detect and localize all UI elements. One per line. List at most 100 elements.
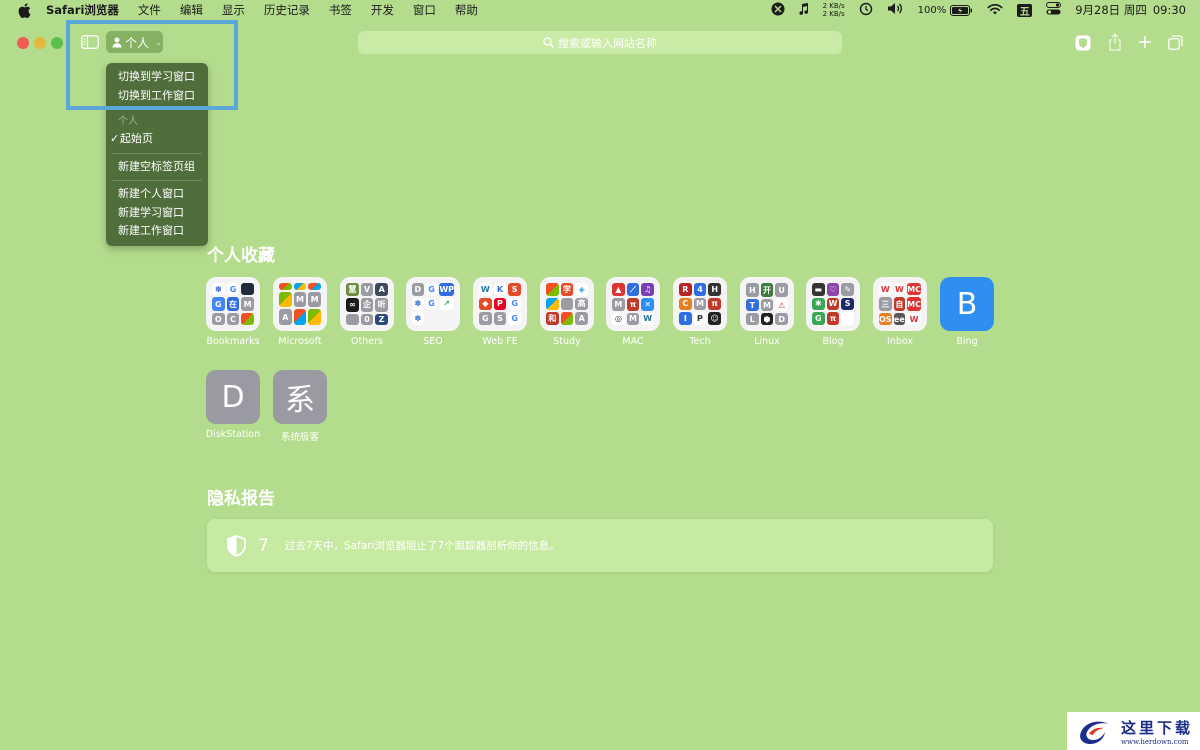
favorite-name: Tech [689, 336, 711, 347]
new-empty-tab-group[interactable]: 新建空标签页组 [106, 158, 208, 177]
favorite-blog[interactable]: ▬ ♡ ✎ ✱ W S Gπ Blog [803, 277, 863, 347]
new-tab-icon[interactable] [1138, 35, 1152, 49]
favorite-name: Web FE [482, 336, 518, 347]
net-down-value: 2 KB/s [822, 10, 845, 18]
address-bar[interactable]: 搜索或输入网站名称 [358, 31, 842, 54]
watermark: 这里下载 www.herdown.com [1067, 712, 1200, 750]
battery-status[interactable]: 100% [917, 4, 974, 16]
highlight-annotation [66, 20, 238, 110]
favorite-name: DiskStation [205, 429, 261, 440]
new-work-window[interactable]: 新建工作窗口 [106, 222, 208, 241]
folder-tile: ✽ G G在M OC [206, 277, 260, 331]
watermark-title: 这里下载 [1121, 718, 1194, 737]
checkmark-icon: ✓ [110, 132, 120, 145]
folder-tile: ▲ ⟋ ♫ Mπ ✕ ◎ M W [606, 277, 660, 331]
close-window-button[interactable] [17, 37, 29, 49]
favorite-name: SEO [423, 336, 443, 347]
privacy-summary: 过去7天中，Safari浏览器阻止了7个跟踪器剖析你的信息。 [284, 540, 560, 552]
input-method-badge[interactable]: 五 [1017, 3, 1033, 18]
favorite-name: Linux [754, 336, 780, 347]
extension-shield-icon[interactable] [1075, 35, 1091, 51]
net-up-value: 2 KB/s [822, 2, 845, 10]
menu-edit[interactable]: 编辑 [180, 2, 203, 18]
favorite-name: Others [351, 336, 383, 347]
menu-view[interactable]: 显示 [222, 2, 245, 18]
menu-help[interactable]: 帮助 [455, 2, 478, 18]
start-page-item[interactable]: ✓起始页 [106, 130, 208, 149]
favorite-microsoft[interactable]: MM A Microsoft [270, 277, 330, 347]
watermark-logo-icon [1075, 716, 1115, 746]
new-personal-window[interactable]: 新建个人窗口 [106, 185, 208, 204]
favorite-name: Inbox [887, 336, 913, 347]
menu-app-name[interactable]: Safari浏览器 [46, 2, 119, 18]
focus-icon[interactable] [771, 2, 785, 19]
letter-tile: B [940, 277, 994, 331]
shield-icon [227, 534, 246, 557]
search-icon [543, 37, 554, 48]
apple-menu-icon[interactable] [16, 2, 32, 18]
favorite-linux[interactable]: H开U T M ⚠ L ⬢ D Linux [737, 277, 797, 347]
minimize-window-button[interactable] [34, 37, 46, 49]
profile-section-header: 个人 [118, 116, 138, 127]
time-machine-icon[interactable] [859, 2, 873, 19]
address-placeholder: 搜索或输入网站名称 [558, 36, 657, 50]
battery-percent: 100% [917, 4, 947, 16]
folder-tile: ▬ ♡ ✎ ✱ W S Gπ [806, 277, 860, 331]
folder-tile: 慧VA ∞ 企听 0Z [340, 277, 394, 331]
privacy-report-card[interactable]: 7 过去7天中，Safari浏览器阻止了7个跟踪器剖析你的信息。 [207, 519, 993, 572]
privacy-report-title: 隐私报告 [207, 489, 275, 509]
menu-divider [112, 180, 202, 181]
folder-tile: D G WP ✽ G ↗ ✽ [406, 277, 460, 331]
folder-tile: WKS ◆ P G GSG [473, 277, 527, 331]
folder-tile: W W MC 三自 MC OS ee W [873, 277, 927, 331]
menu-bookmarks[interactable]: 书签 [329, 2, 352, 18]
watermark-url: www.herdown.com [1121, 737, 1189, 746]
favorite-tech[interactable]: R4H CMπ I P ☺ Tech [670, 277, 730, 347]
letter-tile: 系 [273, 370, 327, 424]
share-icon[interactable] [1108, 33, 1122, 51]
favorite-name: Microsoft [278, 336, 322, 347]
letter-tile: D [206, 370, 260, 424]
menu-develop[interactable]: 开发 [371, 2, 394, 18]
favorite-name: Bing [956, 336, 978, 347]
control-center-icon[interactable] [1046, 2, 1062, 18]
favorite-diskstation[interactable]: D DiskStation [203, 370, 263, 440]
wifi-icon[interactable] [987, 3, 1003, 18]
music-icon[interactable] [798, 2, 809, 18]
favorite-name: Blog [822, 336, 844, 347]
battery-icon [950, 4, 973, 16]
folder-tile: H开U T M ⚠ L ⬢ D [740, 277, 794, 331]
zoom-window-button[interactable] [51, 37, 63, 49]
favorite-web-fe[interactable]: WKS ◆ P G GSG Web FE [470, 277, 530, 347]
tab-overview-icon[interactable] [1168, 35, 1183, 50]
menubar-time[interactable]: 09:30 [1153, 3, 1186, 17]
folder-tile: MM A [273, 277, 327, 331]
volume-icon[interactable] [887, 2, 904, 18]
start-page-label: 起始页 [120, 132, 153, 145]
menu-history[interactable]: 历史记录 [264, 2, 310, 18]
menu-bar: Safari浏览器 文件 编辑 显示 历史记录 书签 开发 窗口 帮助 2 KB… [0, 0, 1200, 20]
favorites-title: 个人收藏 [207, 246, 275, 266]
favorite-seo[interactable]: D G WP ✽ G ↗ ✽ SEO [403, 277, 463, 347]
favorite-bing[interactable]: B Bing [937, 277, 997, 347]
tracker-count: 7 [258, 535, 269, 556]
new-study-window[interactable]: 新建学习窗口 [106, 204, 208, 223]
network-speed: 2 KB/s 2 KB/s [823, 2, 845, 18]
folder-tile: 学 ◈ 高 和A [540, 277, 594, 331]
menu-divider [112, 152, 202, 154]
favorite-bookmarks[interactable]: ✽ G G在M OC Bookmarks [203, 277, 263, 347]
status-area: 2 KB/s 2 KB/s 100% 五 9月28日 周四 09:30 [757, 0, 1186, 20]
favorite-study[interactable]: 学 ◈ 高 和A Study [537, 277, 597, 347]
folder-tile: R4H CMπ I P ☺ [673, 277, 727, 331]
favorite-name: Study [553, 336, 581, 347]
favorite-others[interactable]: 慧VA ∞ 企听 0Z Others [337, 277, 397, 347]
menu-window[interactable]: 窗口 [413, 2, 436, 18]
favorite-inbox[interactable]: W W MC 三自 MC OS ee W Inbox [870, 277, 930, 347]
menubar-date[interactable]: 9月28日 周四 [1075, 2, 1147, 18]
favorite-name: 系统极客 [280, 432, 319, 443]
favorite-xitongjike[interactable]: 系 系统极客 [270, 370, 330, 443]
favorite-name: MAC [622, 336, 644, 347]
menu-file[interactable]: 文件 [138, 2, 161, 18]
favorite-mac[interactable]: ▲ ⟋ ♫ Mπ ✕ ◎ M W MAC [603, 277, 663, 347]
favorite-name: Bookmarks [206, 336, 260, 347]
